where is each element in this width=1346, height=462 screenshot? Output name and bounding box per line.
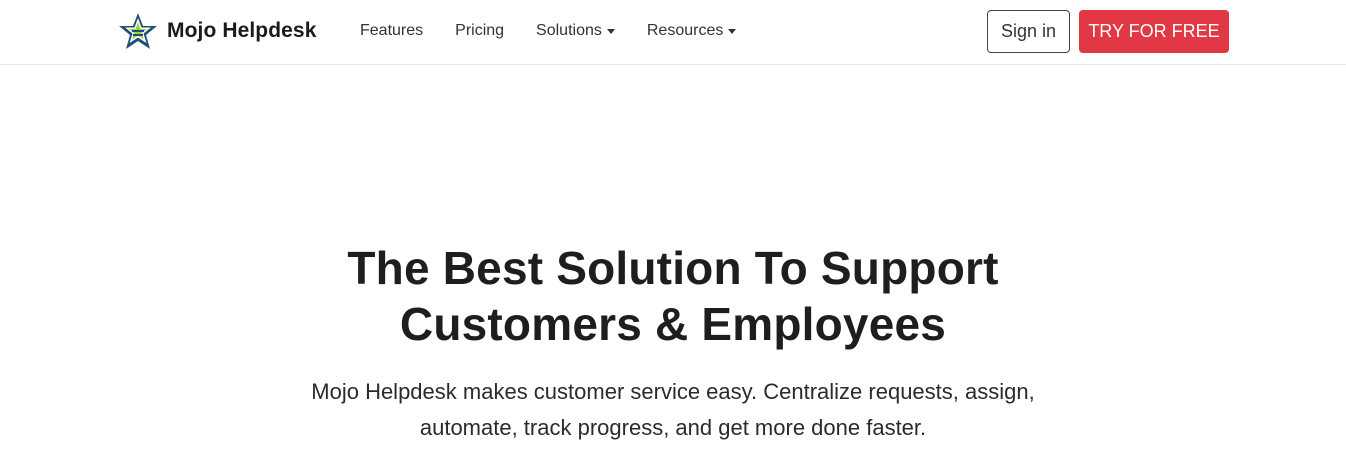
star-logo-icon (119, 13, 157, 49)
nav-item-label: Resources (646, 22, 724, 39)
hero-section: The Best Solution To Support Customers &… (0, 240, 1346, 446)
main-nav: Features Pricing Solutions Resources (360, 0, 768, 62)
hero-title-line: The Best Solution To Support (347, 242, 999, 294)
nav-item-resources[interactable]: Resources (646, 22, 737, 40)
caret-down-icon (728, 29, 737, 34)
caret-down-icon (606, 29, 615, 34)
hero-title: The Best Solution To Support Customers &… (0, 240, 1346, 352)
hero-title-line: Customers & Employees (399, 298, 947, 350)
nav-item-label: Features (360, 22, 424, 39)
hero-subtitle: Mojo Helpdesk makes customer service eas… (263, 374, 1083, 446)
brand-name: Mojo Helpdesk (167, 19, 317, 42)
top-navbar: Mojo Helpdesk Features Pricing Solutions… (0, 0, 1346, 65)
sign-in-button[interactable]: Sign in (987, 10, 1070, 53)
nav-item-label: Pricing (455, 22, 505, 39)
nav-item-solutions[interactable]: Solutions (536, 22, 615, 40)
nav-item-label: Solutions (536, 22, 602, 39)
hero-subtitle-line: Mojo Helpdesk makes customer service eas… (311, 379, 1035, 404)
brand-link[interactable]: Mojo Helpdesk (118, 12, 317, 50)
try-for-free-button[interactable]: TRY FOR FREE (1079, 10, 1229, 53)
nav-item-pricing[interactable]: Pricing (455, 22, 504, 40)
nav-item-features[interactable]: Features (360, 22, 423, 40)
hero-subtitle-line: automate, track progress, and get more d… (419, 415, 927, 440)
